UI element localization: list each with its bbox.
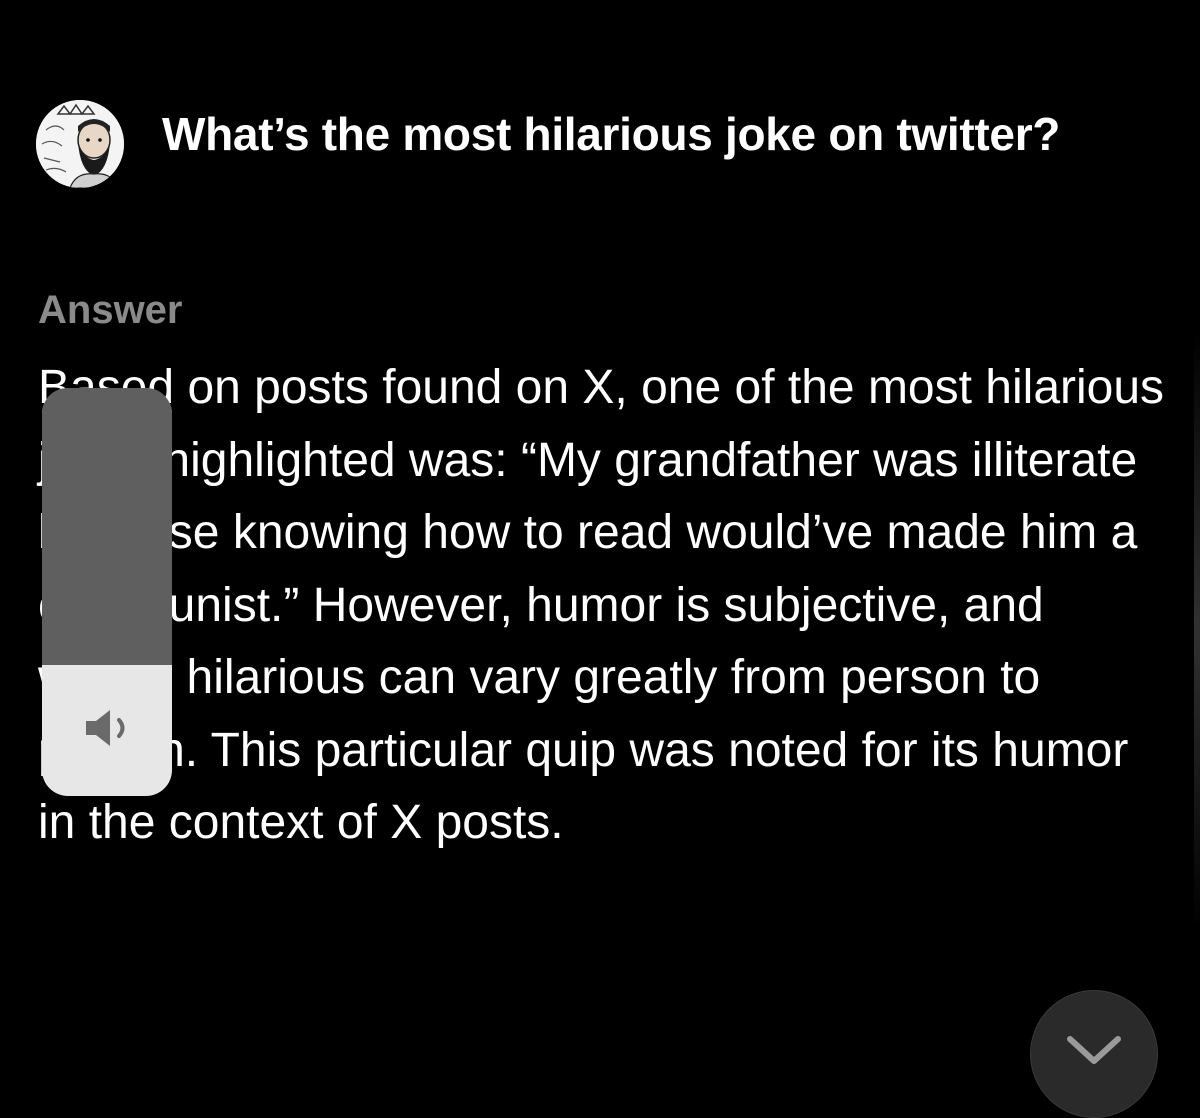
question-title: What’s the most hilarious joke on twitte… [162, 108, 1061, 160]
volume-level-track [42, 388, 172, 665]
scroll-down-button[interactable] [1030, 990, 1158, 1118]
chevron-down-icon [1067, 1036, 1121, 1064]
avatar-illustration-icon [36, 100, 124, 188]
speaker-icon [86, 710, 125, 746]
answer-body: Based on posts found on X, one of the mo… [38, 361, 1165, 849]
volume-overlay[interactable] [42, 388, 172, 796]
avatar[interactable] [36, 100, 124, 188]
screen-edge [1194, 330, 1200, 930]
answer-heading: Answer [38, 288, 183, 332]
